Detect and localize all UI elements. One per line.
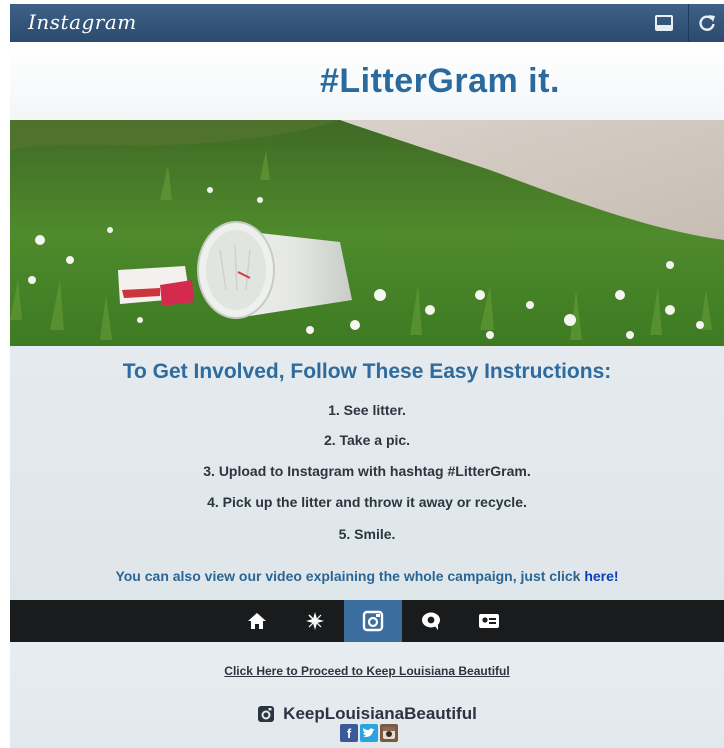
handle-text: KeepLouisianaBeautiful bbox=[283, 704, 477, 723]
refresh-icon bbox=[699, 15, 715, 31]
instagram-icon bbox=[258, 706, 275, 722]
nav-news-button[interactable] bbox=[402, 600, 460, 642]
home-icon bbox=[248, 613, 266, 629]
instruction-step: 3. Upload to Instagram with hashtag #Lit… bbox=[203, 463, 531, 479]
twitter-icon[interactable] bbox=[360, 724, 378, 742]
video-here-link[interactable]: here! bbox=[584, 568, 618, 584]
inbox-button[interactable] bbox=[646, 4, 682, 42]
explore-icon bbox=[306, 612, 324, 630]
bottom-nav bbox=[10, 600, 724, 642]
instruction-step: 1. See litter. bbox=[328, 402, 406, 418]
instruction-step: 5. Smile. bbox=[338, 526, 396, 542]
video-promo-text: You can also view our video explaining t… bbox=[115, 568, 581, 584]
social-icons: f bbox=[340, 724, 398, 742]
refresh-button[interactable] bbox=[688, 4, 724, 42]
litter-photo bbox=[10, 120, 724, 346]
camera-icon bbox=[362, 610, 384, 632]
nav-home-button[interactable] bbox=[228, 600, 286, 642]
nav-explore-button[interactable] bbox=[286, 600, 344, 642]
nav-camera-button[interactable] bbox=[344, 600, 402, 642]
instagram-handle[interactable]: KeepLouisianaBeautiful bbox=[10, 704, 724, 724]
proceed-link[interactable]: Click Here to Proceed to Keep Louisiana … bbox=[10, 664, 724, 678]
nav-profile-button[interactable] bbox=[460, 600, 518, 642]
instruction-step: 4. Pick up the litter and throw it away … bbox=[207, 494, 527, 510]
campaign-banner: #LitterGram it. bbox=[10, 42, 724, 120]
instagram-social-icon[interactable] bbox=[380, 724, 398, 742]
profile-icon bbox=[479, 614, 499, 628]
footer: Click Here to Proceed to Keep Louisiana … bbox=[10, 642, 724, 748]
instruction-step: 2. Take a pic. bbox=[323, 432, 411, 448]
instructions-section: To Get Involved, Follow These Easy Instr… bbox=[10, 346, 724, 600]
video-promo-line: You can also view our video explaining t… bbox=[10, 568, 724, 584]
news-icon bbox=[422, 612, 440, 630]
instagram-app-frame: Instagram #LitterGram it. To Get Involve… bbox=[10, 4, 724, 748]
top-bar: Instagram bbox=[10, 4, 724, 43]
litter-in-grass-image bbox=[10, 120, 724, 346]
instagram-logo[interactable]: Instagram bbox=[28, 10, 137, 34]
campaign-headline: #LitterGram it. bbox=[320, 62, 560, 100]
facebook-icon[interactable]: f bbox=[340, 724, 358, 742]
instructions-heading: To Get Involved, Follow These Easy Instr… bbox=[122, 360, 612, 383]
inbox-icon bbox=[655, 15, 673, 31]
